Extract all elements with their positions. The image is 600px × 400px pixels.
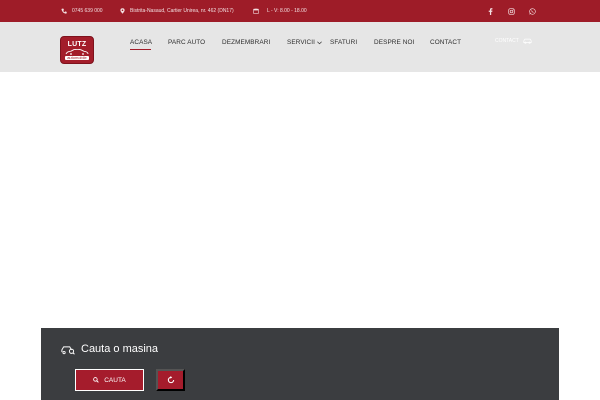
search-title-text: Cauta o masina [81, 343, 159, 355]
address-text: Bistrita-Nasaud, Cartier Unirea, nr. 462… [130, 8, 234, 14]
car-search-panel: Cauta o masina CAUTA [41, 328, 559, 400]
nav-item-parc-auto[interactable]: PARC AUTO [168, 39, 205, 46]
instagram-icon[interactable] [506, 6, 516, 16]
facebook-icon[interactable] [485, 6, 495, 16]
nav-item-sfaturi[interactable]: SFATURI [330, 39, 357, 46]
phone-number: 0745 639 000 [72, 8, 103, 14]
map-pin-icon [120, 8, 125, 14]
search-button[interactable]: CAUTA [75, 369, 144, 391]
header-contact-label: CONTACT [495, 38, 519, 44]
nav-item-dezmembrari[interactable]: DEZMEMBRARI [222, 39, 270, 46]
search-icon [93, 377, 99, 383]
car-search-icon [61, 345, 75, 355]
hours-info: L - V: 8.00 - 18.00 [253, 0, 307, 22]
phone-icon [61, 8, 67, 14]
whatsapp-icon[interactable] [527, 6, 537, 16]
nav-item-despre-noi[interactable]: DESPRE NOI [374, 39, 414, 46]
search-button-label: CAUTA [104, 376, 126, 384]
nav-active-indicator [130, 49, 151, 50]
nav-item-acasa[interactable]: ACASA [130, 39, 152, 46]
header-contact-link[interactable]: CONTACT [495, 38, 532, 44]
chevron-down-icon[interactable] [317, 41, 322, 45]
nav-item-contact[interactable]: CONTACT [430, 39, 461, 46]
top-bar: 0745 639 000 Bistrita-Nasaud, Cartier Un… [0, 0, 600, 22]
address-info: Bistrita-Nasaud, Cartier Unirea, nr. 462… [120, 0, 234, 22]
hours-text: L - V: 8.00 - 18.00 [267, 8, 307, 14]
main-nav: ACASA PARC AUTO DEZMEMBRARI SERVICII SFA… [0, 22, 600, 66]
phone-info[interactable]: 0745 639 000 [61, 0, 103, 22]
nav-item-servicii[interactable]: SERVICII [287, 39, 315, 46]
search-panel-title: Cauta o masina [61, 343, 158, 355]
calendar-icon [253, 8, 259, 14]
refresh-icon [167, 376, 174, 384]
car-icon [523, 38, 532, 44]
reset-button[interactable] [156, 369, 185, 391]
